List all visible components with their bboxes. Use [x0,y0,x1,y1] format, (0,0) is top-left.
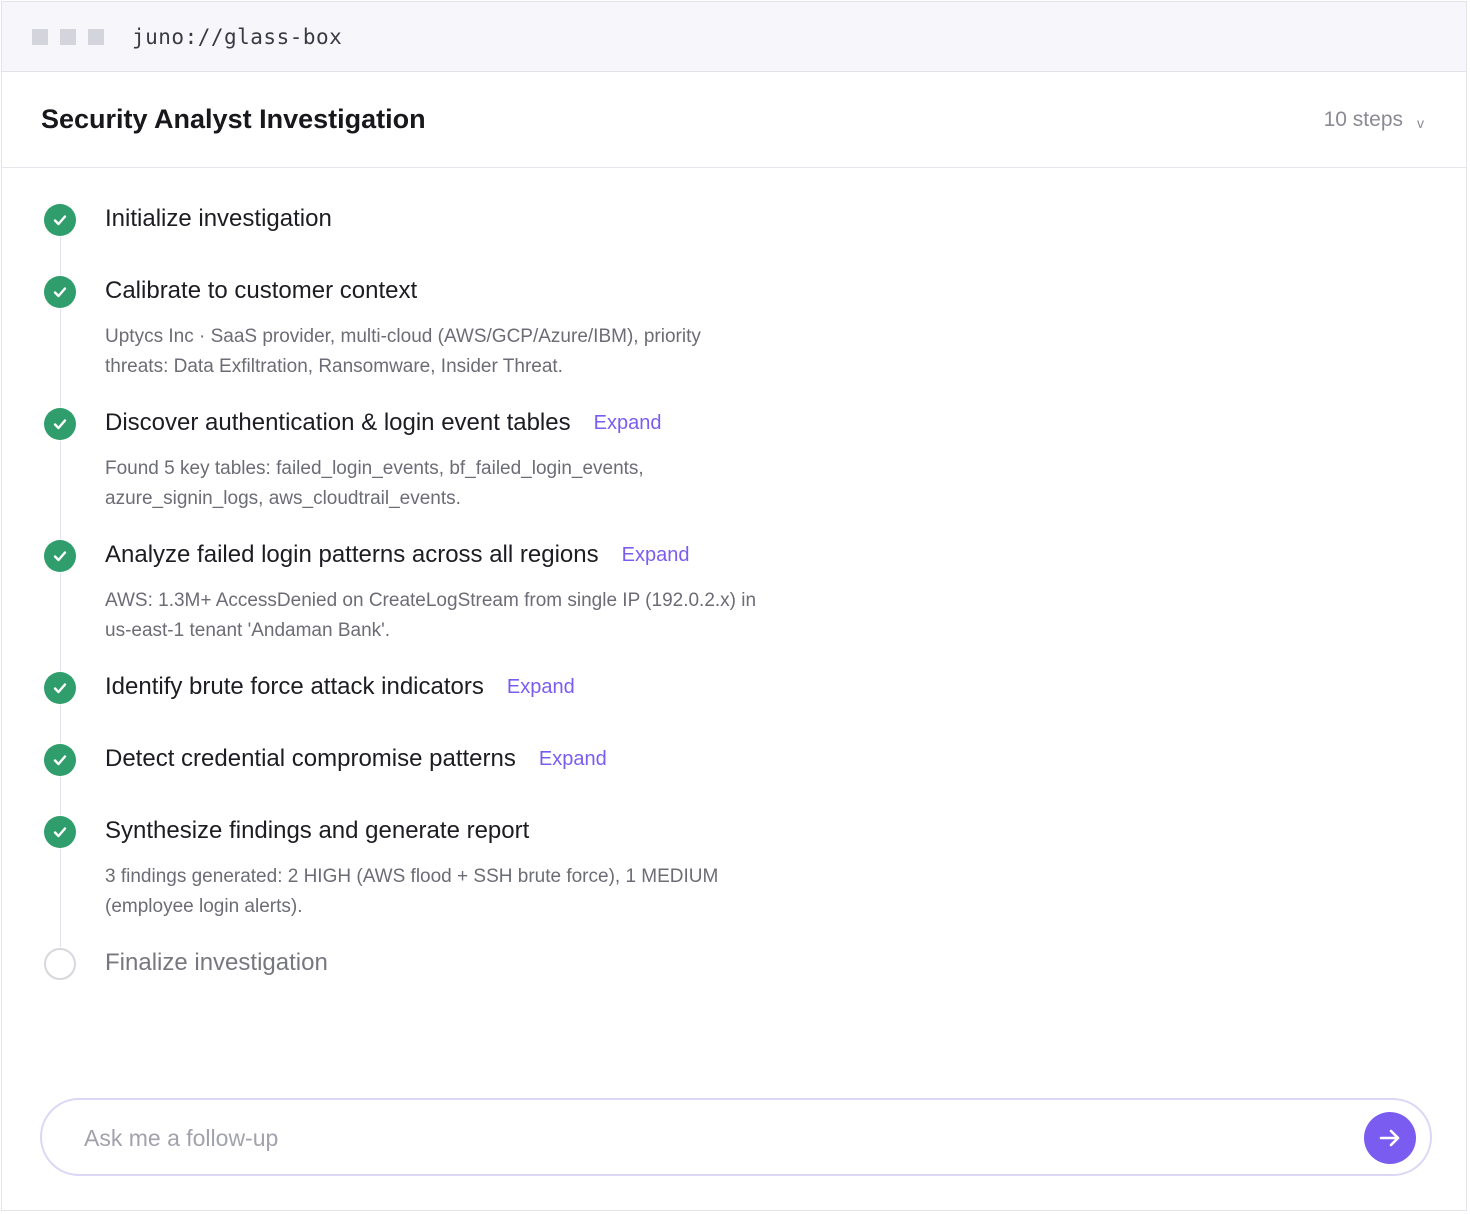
step-title: Analyze failed login patterns across all… [105,541,599,568]
step-title: Finalize investigation [105,949,328,976]
check-circle-icon [44,816,76,848]
step-header: Initialize investigation [105,205,332,233]
check-circle-icon [44,672,76,704]
timeline-connector [60,237,61,275]
steps-count-label: 10 steps [1323,107,1403,131]
check-circle-icon [44,744,76,776]
window-dot-icon[interactable] [60,28,76,45]
step-header: Synthesize findings and generate report [105,817,529,845]
expand-link[interactable]: Expand [507,676,575,699]
investigation-header: Security Analyst Investigation 10 steps … [2,72,1466,168]
empty-circle-icon [44,948,76,980]
timeline-connector [60,309,61,407]
step-title: Detect credential compromise patterns [105,745,516,772]
window-url: juno://glass-box [132,24,343,49]
followup-input[interactable] [82,1118,1346,1158]
step-title: Synthesize findings and generate report [105,817,530,844]
title-bar: juno://glass-box [2,2,1466,72]
timeline-connector [60,849,61,947]
step-description: Found 5 key tables: failed_login_events,… [105,458,644,509]
chevron-down-icon: v [1417,114,1424,131]
expand-link[interactable]: Expand [594,412,662,435]
step-description: 3 findings generated: 2 HIGH (AWS flood … [105,866,719,917]
step-header: Analyze failed login patterns across all… [105,541,689,569]
step-title: Discover authentication & login event ta… [105,409,571,436]
window-dot-icon[interactable] [88,28,104,45]
app-window: juno://glass-box Security Analyst Invest… [1,1,1467,1211]
step-header: Finalize investigation [105,949,328,977]
followup-box [40,1098,1432,1176]
arrow-right-icon [1379,1129,1400,1147]
window-dot-icon[interactable] [32,28,48,45]
step-description: AWS: 1.3M+ AccessDenied on CreateLogStre… [105,590,757,641]
page-title: Security Analyst Investigation [41,104,426,134]
timeline-connector [60,705,61,743]
step-title: Identify brute force attack indicators [105,673,484,700]
step-description: Uptycs Inc · SaaS provider, multi-cloud … [105,326,701,377]
check-circle-icon [44,540,76,572]
check-circle-icon [44,408,76,440]
step-header: Calibrate to customer context [105,277,417,305]
step-header: Discover authentication & login event ta… [105,409,661,437]
send-button[interactable] [1364,1112,1416,1164]
expand-link[interactable]: Expand [539,748,607,771]
check-circle-icon [44,204,76,236]
timeline-connector [60,573,61,671]
step-title: Initialize investigation [105,205,332,232]
step-header: Detect credential compromise patterns Exp… [105,745,607,773]
window-controls [32,28,104,45]
timeline-connector [60,441,61,539]
step-header: Identify brute force attack indicators Ex… [105,673,575,701]
timeline-connector [60,777,61,815]
step-title: Calibrate to customer context [105,277,418,304]
steps-count-toggle[interactable]: 10 steps v [1324,108,1424,132]
expand-link[interactable]: Expand [622,544,690,567]
check-circle-icon [44,276,76,308]
